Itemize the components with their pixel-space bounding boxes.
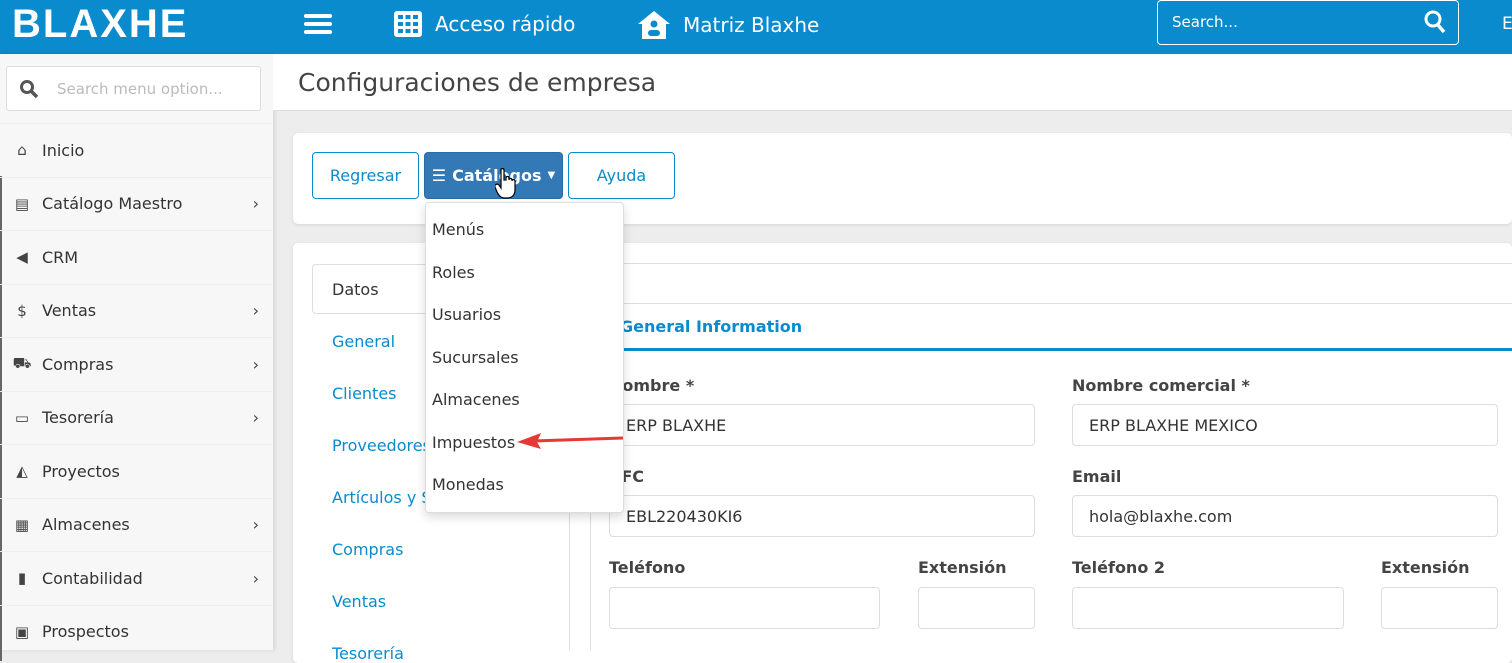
email-input[interactable]: hola@blaxhe.com (1072, 495, 1498, 537)
money-icon: ▭ (14, 408, 30, 427)
sidebar-item-inicio[interactable]: ⌂ Inicio (0, 123, 273, 176)
extension2-label: Extensión (1381, 558, 1470, 577)
title-bar: Configuraciones de empresa (273, 54, 1512, 111)
file-icon: ▮ (17, 569, 27, 587)
sidebar-item-compras[interactable]: ⛟ Compras › (0, 337, 273, 390)
chevron-right-icon: › (252, 568, 259, 588)
sidebar-item-ventas[interactable]: $ Ventas › (0, 283, 273, 337)
menu-item-2[interactable]: Usuarios (432, 305, 501, 324)
hand-cursor-icon (495, 168, 516, 199)
quick-access-label: Acceso rápido (435, 12, 576, 36)
menu-item-1[interactable]: Roles (432, 263, 475, 282)
sidebar-item-label: Proyectos (42, 461, 120, 481)
search-icon (20, 80, 39, 99)
branch-label: Matriz Blaxhe (683, 13, 820, 37)
rfc-input[interactable]: EBL220430KI6 (609, 495, 1035, 537)
home-icon (638, 11, 670, 39)
back-button[interactable]: Regresar (312, 152, 419, 199)
tab-0[interactable]: General (332, 332, 395, 351)
warehouse-icon: ▦ (14, 515, 30, 534)
chevron-right-icon: › (252, 194, 259, 213)
sidebar-item-label: Contabilidad (42, 568, 143, 588)
user-menu[interactable]: E (1502, 14, 1512, 34)
clipboard-icon: ▤ (14, 194, 30, 213)
search-placeholder: Search... (1172, 13, 1238, 31)
menu-item-5[interactable]: Impuestos (432, 433, 515, 452)
chevron-right-icon: › (252, 301, 259, 320)
sidebar-item-label: Ventas (42, 301, 97, 320)
menu-search-input[interactable]: Search menu option... (6, 66, 261, 111)
dollar-icon: $ (17, 301, 27, 320)
sidebar: Search menu option... ⌂ Inicio ▤ Catálogo M… (0, 54, 273, 661)
area-chart-icon: ◭ (16, 462, 28, 480)
nombre-comercial-input[interactable]: ERP BLAXHE MEXICO (1072, 404, 1498, 446)
header-search-input[interactable]: Search... (1157, 0, 1459, 45)
grid-icon (394, 11, 422, 37)
nombre-comercial-label: Nombre comercial * (1072, 376, 1250, 395)
tab-6[interactable]: Tesorería (332, 644, 404, 663)
sidebar-item-cat-logo-maestro[interactable]: ▤ Catálogo Maestro › (0, 176, 273, 230)
chevron-right-icon: › (252, 354, 259, 374)
menu-search-placeholder: Search menu option... (57, 80, 223, 98)
search-icon[interactable] (1424, 10, 1446, 34)
sidebar-item-almacenes[interactable]: ▦ Almacenes › (0, 497, 273, 551)
tab-2[interactable]: Proveedores (332, 436, 431, 455)
quick-access-link[interactable]: Acceso rápido (393, 10, 575, 38)
help-button[interactable]: Ayuda (568, 152, 675, 199)
menu-item-4[interactable]: Almacenes (432, 390, 520, 409)
tab-4[interactable]: Compras (332, 540, 403, 559)
sidebar-item-contabilidad[interactable]: ▮ Contabilidad › (0, 551, 273, 604)
page-title: Configuraciones de empresa (298, 68, 657, 97)
telefono-input[interactable] (609, 587, 880, 629)
sidebar-item-tesorer-a[interactable]: ▭ Tesorería › (0, 390, 273, 444)
nombre-input[interactable]: ERP BLAXHE (609, 404, 1035, 446)
email-label: Email (1072, 467, 1122, 486)
extension-input[interactable] (918, 587, 1035, 629)
catalogs-dropdown-menu: Menús Roles Usuarios Sucursales Almacenes Imp… (425, 202, 624, 513)
sidebar-item-label: Almacenes (42, 515, 130, 534)
branch-link[interactable]: Matriz Blaxhe (637, 10, 819, 40)
extension-label: Extensión (918, 558, 1007, 577)
menu-item-3[interactable]: Sucursales (432, 348, 519, 367)
sidebar-item-label: CRM (42, 247, 79, 267)
chevron-right-icon: › (252, 515, 259, 534)
sidebar-item-label: Inicio (42, 140, 85, 160)
tab-datos[interactable]: Datos (312, 264, 432, 314)
sidebar-item-label: Catálogo Maestro (42, 194, 183, 213)
top-header: BLAXHE Acceso rápido Matriz Blaxhe Searc… (0, 0, 1512, 54)
sidebar-item-crm[interactable]: ◀ CRM (0, 230, 273, 283)
caret-down-icon: ▼ (547, 170, 556, 181)
cart-icon: ⛟ (12, 354, 32, 372)
extension2-input[interactable] (1381, 587, 1498, 629)
red-arrow-annotation (517, 433, 624, 449)
logo[interactable]: BLAXHE (12, 2, 188, 47)
telefono-label: Teléfono (609, 558, 686, 577)
bullhorn-icon: ◀ (16, 248, 28, 266)
sidebar-item-label: Tesorería (42, 408, 114, 427)
sidebar-item-proyectos[interactable]: ◭ Proyectos (0, 444, 273, 497)
menu-item-6[interactable]: Monedas (432, 475, 504, 494)
tab-5[interactable]: Ventas (332, 592, 386, 611)
catalogs-dropdown-button[interactable]: ☰ Catálogos ▼ (424, 152, 563, 199)
list-icon: ☰ (431, 166, 447, 185)
hamburger-menu-icon[interactable] (304, 10, 332, 38)
telefono2-input[interactable] (1072, 587, 1344, 629)
sidebar-item-label: Compras (42, 354, 114, 374)
home-icon: ⌂ (17, 141, 27, 159)
tab-1[interactable]: Clientes (332, 384, 397, 403)
menu-item-0[interactable]: Menús (432, 220, 484, 239)
sidebar-item-label: Prospectos (42, 622, 129, 641)
tab-3[interactable]: Artículos y S (332, 488, 432, 507)
chevron-right-icon: › (252, 408, 259, 427)
address-book-icon: ▣ (14, 622, 30, 641)
telefono2-label: Teléfono 2 (1072, 558, 1166, 577)
tab-general-information[interactable]: General Information (590, 303, 1512, 351)
